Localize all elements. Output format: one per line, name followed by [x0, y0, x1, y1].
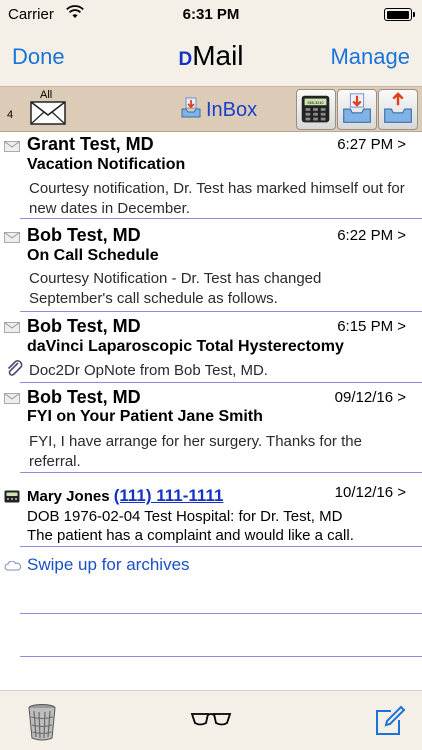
row-divider [20, 613, 422, 614]
message-sender: Mary Jones [27, 488, 110, 505]
message-preview: Courtesy Notification - Dr. Test has cha… [29, 270, 322, 307]
mailbox-toolbar: 4 All InBox 555-3210 [0, 86, 422, 132]
message-row[interactable]: Bob Test, MD 09/12/16 > FYI on Your Pati… [0, 385, 422, 473]
app-title-prefix: D [178, 49, 193, 70]
message-subject: daVinci Laparoscopic Total Hysterectomy [27, 338, 344, 355]
read-envelope-icon [4, 141, 20, 152]
message-preview-line1: DOB 1976-02-04 Test Hospital: for Dr. Te… [27, 508, 343, 525]
row-divider [20, 311, 422, 312]
app-title-main: Mail [192, 40, 244, 71]
message-time: 6:15 PM > [337, 318, 406, 335]
message-time: 10/12/16 > [334, 484, 406, 501]
message-row[interactable]: Bob Test, MD 6:15 PM > daVinci Laparosco… [0, 314, 422, 383]
message-time: 6:27 PM > [337, 136, 406, 153]
pager-message-icon [4, 490, 20, 503]
download-button[interactable] [337, 89, 377, 130]
read-envelope-icon [4, 322, 20, 333]
trash-can-icon[interactable] [26, 703, 58, 741]
cloud-icon [4, 561, 22, 571]
clock: 6:31 PM [182, 6, 240, 23]
inbox-label[interactable]: InBox [206, 99, 257, 122]
page-sender-line: Mary Jones (111) 111-1111 [27, 486, 223, 506]
message-count: 4 [7, 109, 14, 121]
upload-button[interactable] [378, 89, 418, 130]
battery-icon [384, 8, 415, 21]
message-subject: On Call Schedule [27, 247, 159, 264]
manage-button[interactable]: Manage [330, 44, 410, 70]
message-time: 09/12/16 > [334, 389, 406, 406]
message-subject: FYI on Your Patient Jane Smith [27, 408, 263, 425]
pager-display-text: 555-3210 [308, 101, 324, 105]
page-message-row[interactable]: Mary Jones (111) 111-1111 10/12/16 > DOB… [0, 476, 422, 548]
message-sender: Bob Test, MD [27, 225, 141, 245]
all-mail-envelope-icon[interactable] [30, 101, 66, 125]
status-bar: Carrier 6:31 PM [0, 0, 422, 30]
message-row[interactable]: Bob Test, MD 6:22 PM > On Call Schedule … [0, 223, 422, 312]
row-divider [20, 656, 422, 657]
all-label: All [40, 89, 53, 101]
message-time: 6:22 PM > [337, 227, 406, 244]
message-sender: Bob Test, MD [27, 387, 141, 407]
tray-upload-icon [384, 92, 412, 123]
read-envelope-icon [4, 393, 20, 404]
pager-icon: 555-3210 [301, 95, 330, 123]
compose-icon[interactable] [373, 705, 405, 737]
bottom-toolbar [0, 690, 422, 750]
callback-phone-link[interactable]: (111) 111-1111 [114, 486, 224, 505]
message-sender: Grant Test, MD [27, 134, 154, 154]
paperclip-icon [7, 360, 23, 376]
message-preview: Courtesy notification, Dr. Test has mark… [29, 180, 405, 217]
row-divider [20, 382, 422, 383]
message-preview: Doc2Dr OpNote from Bob Test, MD. [29, 362, 268, 379]
pager-button[interactable]: 555-3210 [296, 89, 336, 130]
row-divider [20, 546, 422, 547]
nav-bar: Done DMail Manage [0, 30, 422, 86]
tray-download-icon [343, 93, 371, 123]
reading-glasses-icon[interactable] [190, 711, 232, 727]
message-preview-line2: The patient has a complaint and would li… [27, 527, 354, 544]
row-divider [20, 218, 422, 219]
message-sender: Bob Test, MD [27, 316, 141, 336]
message-subject: Vacation Notification [27, 156, 186, 173]
message-row[interactable]: Grant Test, MD 6:27 PM > Vacation Notifi… [0, 132, 422, 220]
inbox-tray-icon[interactable] [180, 97, 202, 119]
swipe-archives-link[interactable]: Swipe up for archives [27, 555, 190, 575]
row-divider [20, 472, 422, 473]
message-preview: FYI, I have arrange for her surgery. Tha… [29, 433, 362, 470]
read-envelope-icon [4, 232, 20, 243]
